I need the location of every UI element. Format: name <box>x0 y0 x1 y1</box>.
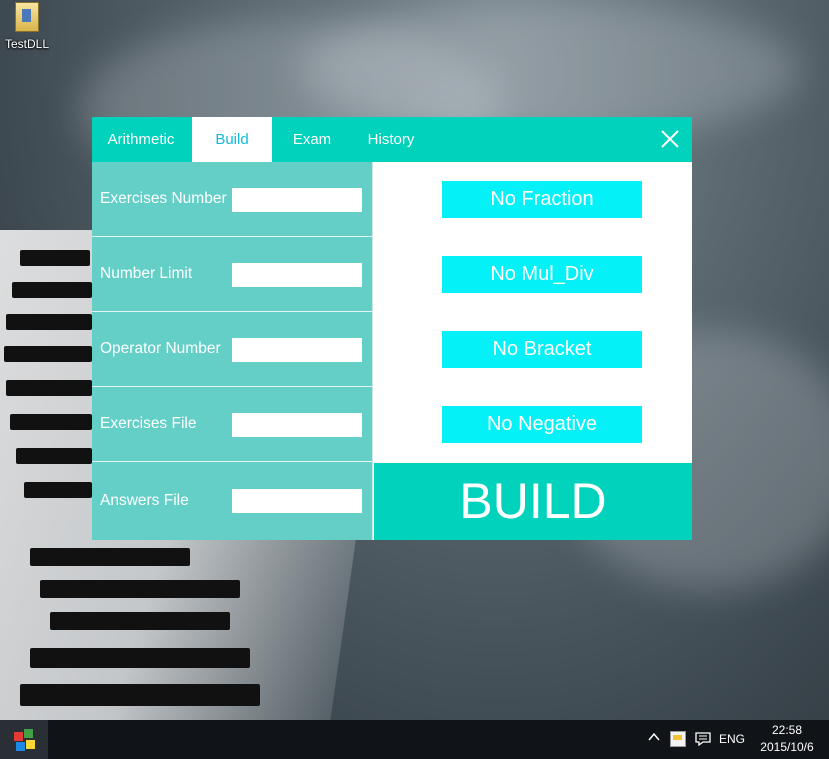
piano-key <box>10 414 92 430</box>
exercises-file-label: Exercises File <box>100 415 197 432</box>
show-hidden-icons-button[interactable] <box>647 730 661 744</box>
exercises-file-input[interactable] <box>232 413 362 437</box>
piano-key <box>24 482 92 498</box>
no-negative-button[interactable]: No Negative <box>442 406 642 443</box>
app-window: Arithmetic Build Exam History Exercises … <box>92 117 692 540</box>
tab-history[interactable]: History <box>358 117 424 162</box>
piano-key <box>50 612 230 630</box>
piano-key <box>20 684 260 706</box>
exercises-number-input[interactable] <box>232 188 362 212</box>
message-icon <box>695 732 711 747</box>
number-limit-input[interactable] <box>232 263 362 287</box>
file-icon <box>15 2 39 32</box>
desktop-icon-label: TestDLL <box>4 37 50 51</box>
operator-number-input[interactable] <box>232 338 362 362</box>
start-logo-icon <box>26 740 35 749</box>
piano-key <box>16 448 92 464</box>
field-row-number-limit: Number Limit <box>92 237 372 312</box>
answers-file-input[interactable] <box>232 489 362 513</box>
no-mul-div-button[interactable]: No Mul_Div <box>442 256 642 293</box>
tab-arithmetic[interactable]: Arithmetic <box>92 117 190 162</box>
action-center-button[interactable] <box>694 730 712 748</box>
close-button[interactable] <box>658 127 682 151</box>
no-bracket-button[interactable]: No Bracket <box>442 331 642 368</box>
field-row-answers-file: Answers File <box>92 462 372 540</box>
build-button[interactable]: BUILD <box>374 463 692 540</box>
start-button[interactable] <box>0 720 48 759</box>
start-logo-icon <box>14 732 23 741</box>
field-row-exercises-number: Exercises Number <box>92 162 372 237</box>
operator-number-label: Operator Number <box>100 340 221 357</box>
input-language-indicator[interactable]: ENG <box>719 720 745 759</box>
exercises-number-label: Exercises Number <box>100 190 227 207</box>
taskbar: ENG 22:58 2015/10/6 <box>0 720 829 759</box>
piano-key <box>30 548 190 566</box>
piano-key <box>30 648 250 668</box>
piano-key <box>4 346 92 362</box>
start-logo-icon <box>24 729 33 738</box>
close-icon <box>661 130 679 148</box>
tab-bar: Arithmetic Build Exam History <box>92 117 692 162</box>
taskbar-clock[interactable]: 22:58 2015/10/6 <box>752 722 822 756</box>
options-panel: No Fraction No Mul_Div No Bracket No Neg… <box>373 162 692 460</box>
answers-file-label: Answers File <box>100 492 189 509</box>
field-row-operator-number: Operator Number <box>92 312 372 387</box>
clock-date: 2015/10/6 <box>760 740 814 754</box>
settings-panel: Exercises Number Number Limit Operator N… <box>92 162 372 540</box>
start-logo-icon <box>16 742 25 751</box>
piano-key <box>6 314 92 330</box>
piano-key <box>20 250 90 266</box>
no-fraction-button[interactable]: No Fraction <box>442 181 642 218</box>
tab-build[interactable]: Build <box>192 117 272 162</box>
tab-exam[interactable]: Exam <box>280 117 344 162</box>
chevron-up-icon <box>648 732 660 741</box>
number-limit-label: Number Limit <box>100 265 193 282</box>
desktop-icon-testdll[interactable]: TestDLL <box>2 2 52 54</box>
notification-flag-icon[interactable] <box>670 731 686 747</box>
piano-key <box>6 380 92 396</box>
piano-key <box>12 282 92 298</box>
field-row-exercises-file: Exercises File <box>92 387 372 462</box>
piano-key <box>40 580 240 598</box>
clock-time: 22:58 <box>771 723 803 737</box>
